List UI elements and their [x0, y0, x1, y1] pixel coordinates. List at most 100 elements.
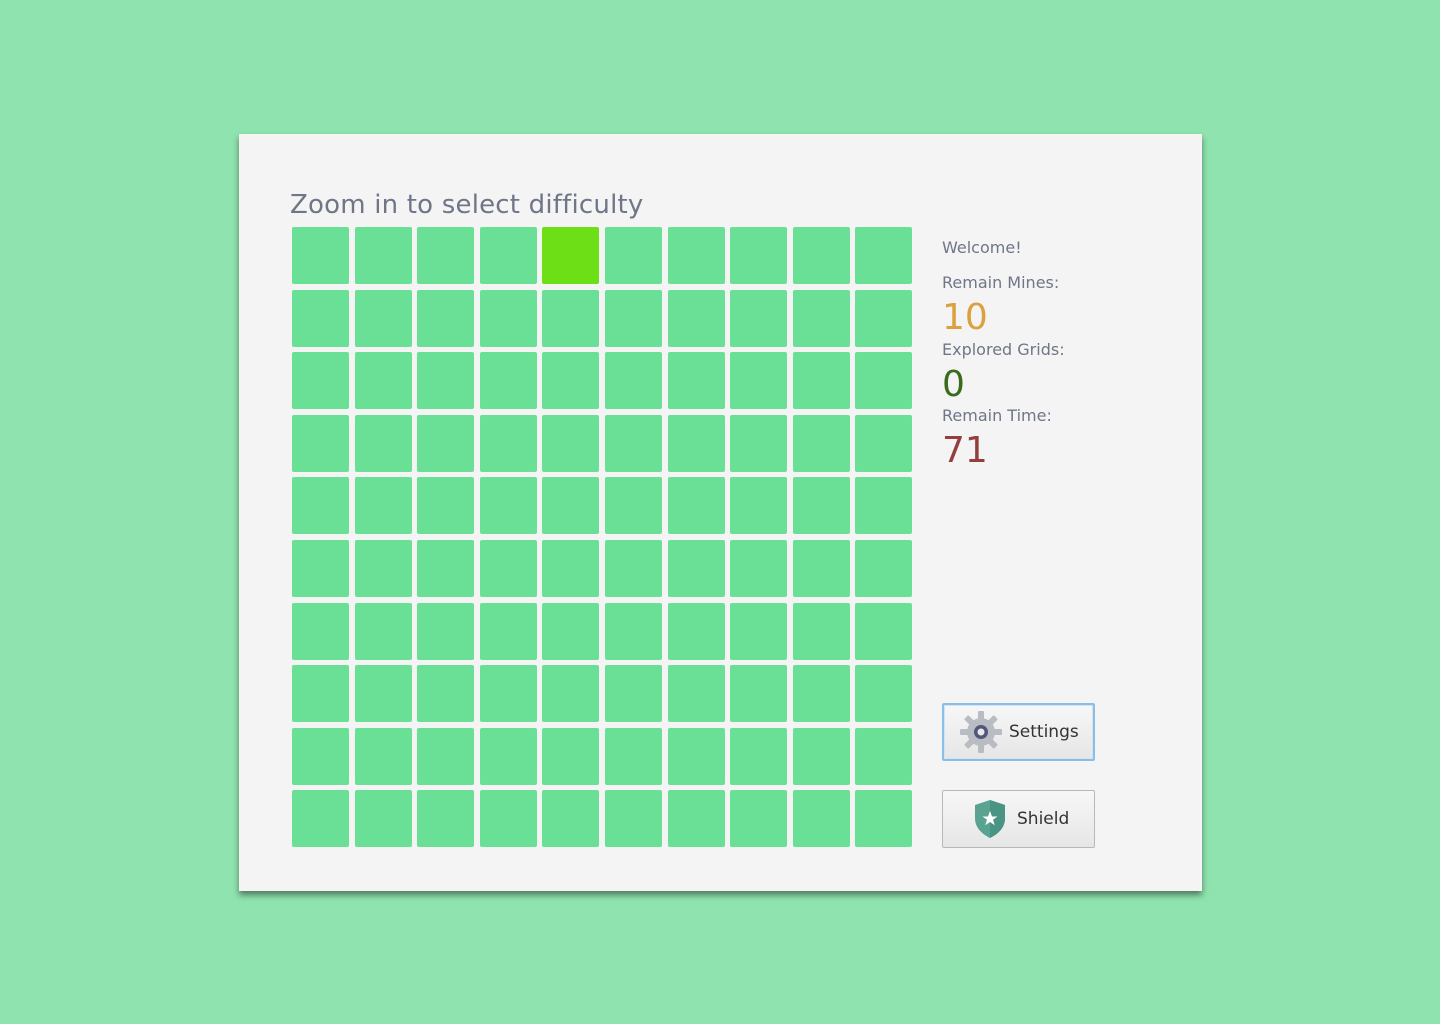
grid-cell[interactable]	[730, 727, 788, 785]
grid-cell[interactable]	[667, 790, 725, 848]
grid-cell[interactable]	[792, 289, 850, 347]
grid-cell[interactable]	[354, 352, 412, 410]
grid-cell[interactable]	[855, 289, 913, 347]
grid-cell[interactable]	[542, 414, 600, 472]
grid-cell[interactable]	[604, 477, 662, 535]
grid-cell[interactable]	[354, 289, 412, 347]
grid-cell[interactable]	[417, 414, 475, 472]
grid-cell[interactable]	[604, 352, 662, 410]
grid-cell[interactable]	[730, 477, 788, 535]
grid-cell[interactable]	[855, 414, 913, 472]
grid-cell[interactable]	[542, 289, 600, 347]
grid-cell[interactable]	[292, 227, 349, 284]
grid-cell[interactable]	[354, 790, 412, 848]
grid-cell[interactable]	[855, 665, 913, 723]
grid-cell[interactable]	[292, 727, 349, 785]
grid-cell[interactable]	[667, 289, 725, 347]
grid-cell[interactable]	[730, 414, 788, 472]
grid-cell[interactable]	[417, 665, 475, 723]
grid-cell[interactable]	[479, 539, 537, 597]
grid-cell[interactable]	[604, 602, 662, 660]
grid-cell[interactable]	[479, 727, 537, 785]
grid-cell[interactable]	[417, 477, 475, 535]
grid-cell[interactable]	[730, 790, 788, 848]
grid-cell[interactable]	[354, 227, 412, 284]
grid-cell[interactable]	[855, 727, 913, 785]
grid-cell[interactable]	[792, 477, 850, 535]
grid-cell[interactable]	[667, 602, 725, 660]
grid-cell[interactable]	[730, 352, 788, 410]
grid-cell[interactable]	[667, 477, 725, 535]
grid-cell[interactable]	[730, 539, 788, 597]
grid-cell[interactable]	[479, 414, 537, 472]
grid-cell[interactable]	[855, 790, 913, 848]
grid-cell[interactable]	[292, 477, 349, 535]
grid-cell[interactable]	[667, 352, 725, 410]
grid-cell[interactable]	[604, 414, 662, 472]
grid-cell[interactable]	[604, 539, 662, 597]
grid-cell[interactable]	[542, 602, 600, 660]
grid-cell[interactable]	[479, 352, 537, 410]
grid-cell[interactable]	[479, 477, 537, 535]
grid-cell[interactable]	[292, 539, 349, 597]
grid-cell[interactable]	[542, 727, 600, 785]
grid-cell[interactable]	[292, 414, 349, 472]
grid-cell[interactable]	[292, 352, 349, 410]
grid-cell[interactable]	[792, 665, 850, 723]
grid-cell[interactable]	[730, 602, 788, 660]
shield-button[interactable]: Shield	[942, 790, 1095, 848]
grid-cell[interactable]	[354, 602, 412, 660]
grid-cell[interactable]	[604, 790, 662, 848]
grid-cell[interactable]	[667, 539, 725, 597]
settings-button[interactable]: Settings	[942, 703, 1095, 761]
grid-cell[interactable]	[354, 414, 412, 472]
grid-cell[interactable]	[667, 227, 725, 284]
grid-cell[interactable]	[855, 602, 913, 660]
grid-cell[interactable]	[417, 727, 475, 785]
grid-cell[interactable]	[792, 602, 850, 660]
grid-cell[interactable]	[479, 790, 537, 848]
grid-cell[interactable]	[792, 227, 850, 284]
grid-cell[interactable]	[604, 727, 662, 785]
grid-cell[interactable]	[542, 539, 600, 597]
grid-cell[interactable]	[542, 665, 600, 723]
grid-cell[interactable]	[417, 227, 475, 284]
grid-cell[interactable]	[479, 665, 537, 723]
grid-cell[interactable]	[354, 665, 412, 723]
grid-cell[interactable]	[479, 227, 537, 284]
grid-cell[interactable]	[604, 665, 662, 723]
grid-cell[interactable]	[479, 602, 537, 660]
grid-cell[interactable]	[604, 227, 662, 284]
grid-cell[interactable]	[292, 602, 349, 660]
grid-cell[interactable]	[417, 539, 475, 597]
grid-cell[interactable]	[855, 227, 913, 284]
grid-cell[interactable]	[542, 477, 600, 535]
grid-cell[interactable]	[855, 539, 913, 597]
grid-cell[interactable]	[792, 727, 850, 785]
grid-cell[interactable]	[792, 414, 850, 472]
grid-cell[interactable]	[792, 352, 850, 410]
grid-cell[interactable]	[792, 790, 850, 848]
grid-cell[interactable]	[792, 539, 850, 597]
grid-cell[interactable]	[542, 790, 600, 848]
grid-cell[interactable]	[417, 602, 475, 660]
grid-cell[interactable]	[667, 414, 725, 472]
grid-cell[interactable]	[292, 665, 349, 723]
grid-cell[interactable]	[730, 289, 788, 347]
grid-cell[interactable]	[354, 727, 412, 785]
grid-cell[interactable]	[667, 665, 725, 723]
grid-cell[interactable]	[292, 790, 349, 848]
grid-cell[interactable]	[542, 227, 600, 284]
grid-cell[interactable]	[855, 477, 913, 535]
grid-cell[interactable]	[354, 539, 412, 597]
grid-cell[interactable]	[417, 790, 475, 848]
grid-cell[interactable]	[417, 289, 475, 347]
grid-cell[interactable]	[667, 727, 725, 785]
grid-cell[interactable]	[542, 352, 600, 410]
grid-cell[interactable]	[292, 289, 349, 347]
grid-cell[interactable]	[417, 352, 475, 410]
grid-cell[interactable]	[855, 352, 913, 410]
grid-cell[interactable]	[604, 289, 662, 347]
grid-cell[interactable]	[730, 227, 788, 284]
grid-cell[interactable]	[730, 665, 788, 723]
